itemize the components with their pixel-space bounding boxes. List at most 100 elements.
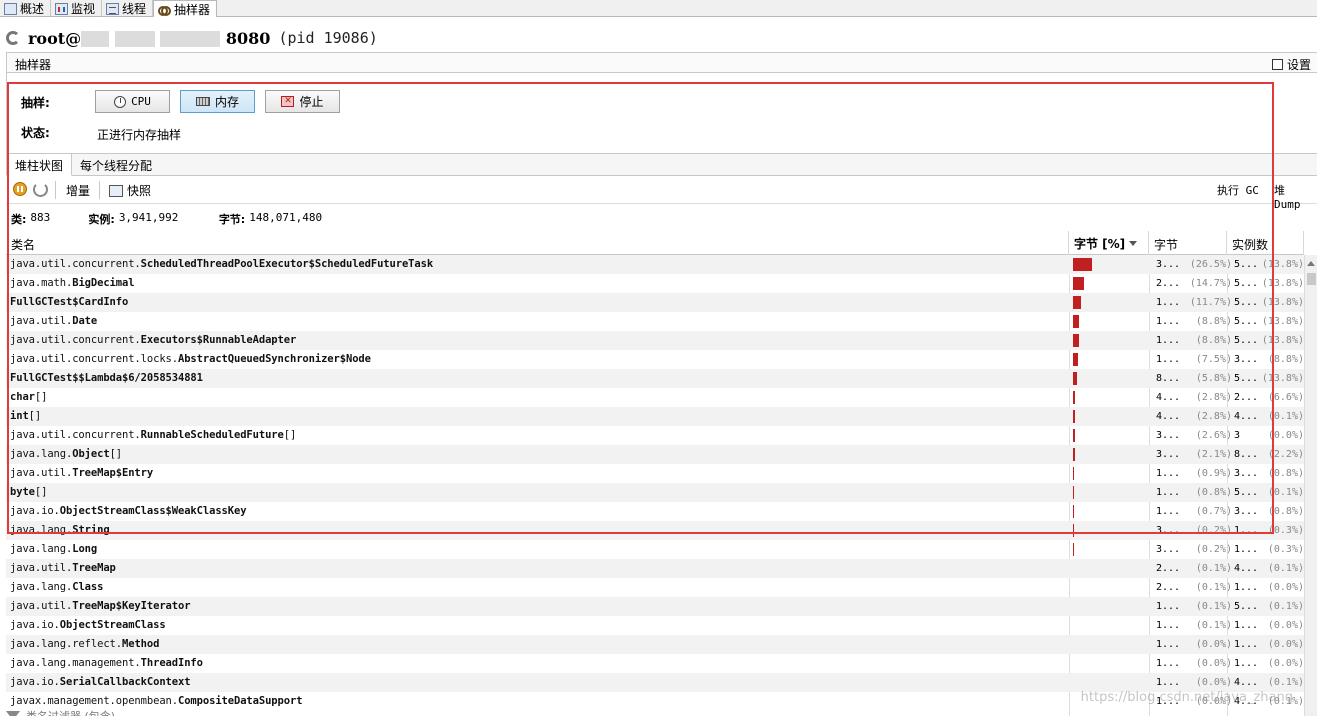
vertical-scrollbar[interactable]	[1304, 255, 1317, 716]
table-row[interactable]: java.lang.String 3... (0.2%) 1... (0.3%)	[6, 521, 1304, 540]
heap-dump-button[interactable]: 堆 Dump	[1274, 182, 1317, 211]
column-bytes[interactable]: 字节	[1149, 231, 1227, 255]
redacted-block	[160, 31, 221, 47]
table-row[interactable]: int[] 4... (2.8%) 4... (0.1%)	[6, 407, 1304, 426]
table-row[interactable]: java.util.TreeMap 2... (0.1%) 4... (0.1%)	[6, 559, 1304, 578]
tab-sampler-label: 抽样器	[174, 2, 211, 17]
table-row[interactable]: java.util.concurrent.Executors$RunnableA…	[6, 331, 1304, 350]
tab-per-thread-allocation[interactable]: 每个线程分配	[72, 154, 160, 176]
class-simple-name: Long	[72, 543, 98, 555]
title-host-text: root@	[28, 28, 82, 48]
snapshot-icon	[109, 184, 123, 197]
table-row[interactable]: java.util.concurrent.locks.AbstractQueue…	[6, 350, 1304, 369]
class-name-cell: FullGCTest$$Lambda$6/2058534881	[10, 372, 203, 384]
class-name-cell: javax.management.openmbean.CompositeData…	[10, 695, 303, 707]
table-row[interactable]: java.util.Date 1... (8.8%) 5... (13.8%)	[6, 312, 1304, 331]
table-row[interactable]: java.util.TreeMap$KeyIterator 1... (0.1%) 5…	[6, 597, 1304, 616]
snapshot-button[interactable]: 快照	[109, 182, 151, 199]
table-body[interactable]: java.util.concurrent.ScheduledThreadPool…	[6, 255, 1304, 716]
class-name-cell: java.lang.reflect.Method	[10, 638, 159, 650]
class-name-cell: java.util.concurrent.RunnableScheduledFu…	[10, 429, 296, 441]
instances-share: (0.1%)	[1267, 563, 1304, 574]
overview-icon	[4, 2, 17, 15]
table-row[interactable]: FullGCTest$CardInfo 1... (11.7%) 5... (13.8%…	[6, 293, 1304, 312]
cpu-button[interactable]: CPU	[95, 90, 170, 113]
instances-share: (0.1%)	[1267, 601, 1304, 612]
instances-share: (0.1%)	[1267, 677, 1304, 688]
column-bytes-percent[interactable]: 字节 [%]	[1069, 231, 1149, 255]
summary-stats: 类: 883 实例: 3,941,992 字节: 148,071,480	[11, 211, 322, 227]
instances-value: 4...	[1234, 563, 1259, 574]
class-name-cell: java.io.ObjectStreamClass$WeakClassKey	[10, 505, 247, 517]
class-name-cell: java.io.ObjectStreamClass	[10, 619, 166, 631]
table-row[interactable]: java.lang.Class 2... (0.1%) 1... (0.0%)	[6, 578, 1304, 597]
instances-value: 5...	[1234, 259, 1259, 270]
table-row[interactable]: byte[] 1... (0.8%) 5... (0.1%)	[6, 483, 1304, 502]
class-filter[interactable]: 类名过滤器 (包含)	[6, 708, 115, 716]
table-row[interactable]: char[] 4... (2.8%) 2... (6.6%)	[6, 388, 1304, 407]
class-name-cell: char[]	[10, 391, 47, 403]
bytes-share: (0.0%)	[1195, 658, 1232, 669]
instances-value: 5...	[1234, 316, 1259, 327]
class-name-cell: int[]	[10, 410, 41, 422]
table-row[interactable]: java.util.TreeMap$Entry 1... (0.9%) 3... (0.…	[6, 464, 1304, 483]
instances-cell: 3 (0.0%)	[1234, 430, 1304, 441]
class-simple-name: TreeMap	[72, 562, 116, 574]
bytes-cell: 2... (0.1%)	[1156, 563, 1232, 574]
bytes-value: 1...	[1156, 658, 1181, 669]
delta-button[interactable]: 增量	[66, 182, 90, 199]
settings-checkbox[interactable]	[1271, 59, 1283, 70]
instances-value: 3...	[1234, 354, 1259, 365]
bytes-cell: 1... (0.0%)	[1156, 658, 1232, 669]
table-row[interactable]: java.io.ObjectStreamClass$WeakClassKey 1.…	[6, 502, 1304, 521]
column-class-name[interactable]: 类名	[6, 231, 1069, 255]
settings-toggle[interactable]: 设置	[1271, 56, 1311, 73]
bytes-value: 2...	[1156, 563, 1181, 574]
instances-share: (13.8%)	[1261, 278, 1304, 289]
bytes-share: (0.1%)	[1195, 601, 1232, 612]
refresh-button[interactable]	[33, 182, 48, 197]
gc-button[interactable]: 执行 GC	[1217, 182, 1259, 198]
table-row[interactable]: java.lang.Object[] 3... (2.1%) 8... (2.2%)	[6, 445, 1304, 464]
scroll-up-icon[interactable]	[1307, 261, 1315, 266]
bytes-share: (0.1%)	[1195, 620, 1232, 631]
bytes-percent-bar	[1073, 296, 1082, 309]
bytes-percent-bar	[1073, 372, 1078, 385]
memory-button[interactable]: 内存	[180, 90, 255, 113]
class-package: java.util.	[10, 600, 73, 612]
tab-threads[interactable]: 线程	[102, 0, 154, 17]
bytes-cell: 3... (0.2%)	[1156, 544, 1232, 555]
table-row[interactable]: java.lang.Long 3... (0.2%) 1... (0.3%)	[6, 540, 1304, 559]
tab-heap-histogram[interactable]: 堆柱状图	[6, 154, 73, 176]
instances-value: 4...	[1234, 677, 1259, 688]
class-simple-name: FullGCTest$$Lambda$6/2058534881	[10, 372, 203, 384]
table-row[interactable]: FullGCTest$$Lambda$6/2058534881 8... (5.8%…	[6, 369, 1304, 388]
instances-cell: 4... (0.1%)	[1234, 563, 1304, 574]
scroll-thumb[interactable]	[1307, 273, 1316, 285]
class-simple-name: FullGCTest$CardInfo	[10, 296, 129, 308]
column-instances[interactable]: 实例数	[1227, 231, 1304, 255]
table-row[interactable]: java.util.concurrent.RunnableScheduledFu…	[6, 426, 1304, 445]
table-row[interactable]: java.lang.management.ThreadInfo 1... (0.0%…	[6, 654, 1304, 673]
stop-icon: ✕	[281, 96, 295, 107]
table-row[interactable]: java.io.ObjectStreamClass 1... (0.1%) 1...(…	[6, 616, 1304, 635]
instances-value: 2...	[1234, 392, 1259, 403]
title-host: root@ 8080	[28, 29, 270, 48]
table-row[interactable]: java.util.concurrent.ScheduledThreadPool…	[6, 255, 1304, 274]
status-label: 状态:	[21, 126, 50, 140]
tab-sampler[interactable]: 抽样器	[153, 0, 218, 17]
redacted-block	[114, 31, 155, 47]
stop-button[interactable]: ✕ 停止	[265, 90, 340, 113]
class-simple-name: String	[72, 524, 110, 536]
bytes-share: (0.0%)	[1195, 677, 1232, 688]
instances-cell: 4... (0.1%)	[1234, 411, 1304, 422]
table-row[interactable]: java.math.BigDecimal 2... (14.7%) 5... (13.8…	[6, 274, 1304, 293]
pause-button[interactable]	[13, 182, 27, 196]
tab-overview[interactable]: 概述	[0, 0, 52, 17]
sampler-controls: 抽样: CPU 内存 ✕ 停止 状态: 正进行内存抽样	[6, 73, 1317, 153]
instances-value: 4...	[1234, 411, 1259, 422]
table-row[interactable]: java.lang.reflect.Method 1... (0.0%) 1... (0…	[6, 635, 1304, 654]
bytes-cell: 1... (0.0%)	[1156, 677, 1232, 688]
tab-monitor[interactable]: 监视	[51, 0, 103, 17]
bytes-cell: 1... (0.7%)	[1156, 506, 1232, 517]
